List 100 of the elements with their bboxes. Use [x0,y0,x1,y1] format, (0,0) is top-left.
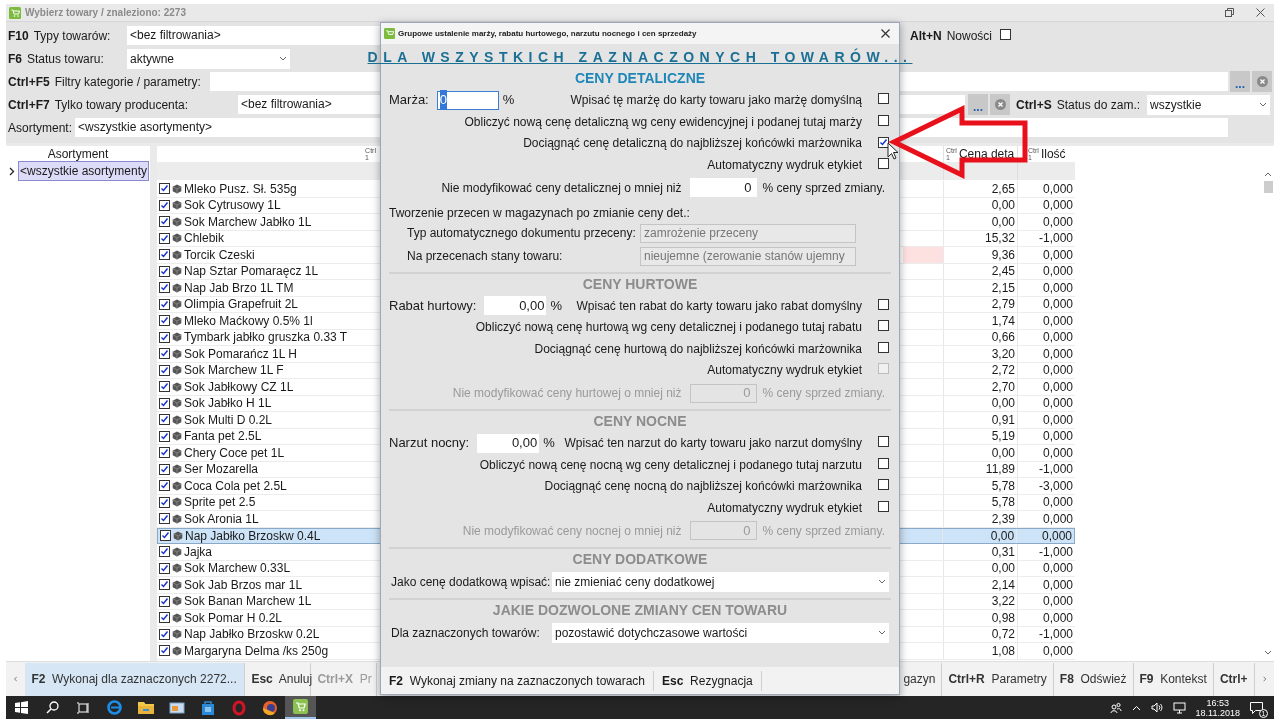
product-name: Coca Cola pet 2.5L [184,477,287,495]
option-label: Obliczyć nową cenę hurtową wg ceny detalicznej i podanego tutaj rabatu [475,319,862,337]
table-cell: 0,000 [1017,362,1075,378]
shortcut-key: F6 [8,49,22,68]
table-cell: 0,000 [1017,296,1075,312]
threshold-suffix: % ceny sprzed zmiany. [762,522,885,540]
table-cell: 2,45 [943,263,1017,279]
table-cell: 0,00 [943,395,1017,411]
section-heading: CENY DODATKOWE [572,549,708,569]
table-cell: -1,000 [1017,230,1075,246]
product-name: Sok Banan Marchew 1L [184,593,312,611]
table-cell: 0,000 [1017,445,1075,461]
option-label: Wpisać ten rabat do karty towaru jako rabat domyślny [576,297,862,315]
filter-label: Status towaru: [27,50,104,68]
filter-label: Nowości [946,27,993,45]
product-name: Fanta pet 2.5L [184,428,262,446]
shortcut-key: Ctrl+F5 [8,72,50,91]
product-name: Sok Marchew Jabłko 1L [184,213,312,231]
table-cell: 0,00 [943,214,1017,230]
product-name: Ser Mozarella [184,461,259,479]
section-heading: CENY DETALICZNE [574,69,706,88]
table-cell: -3,000 [1017,478,1075,494]
table-cell: 0,66 [943,329,1017,345]
filter-label: Status do zam.: [1056,96,1141,114]
threshold-label: Nie modyfikować ceny nocnej o mniej niż [462,522,682,540]
table-cell: -1,000 [1017,461,1075,477]
product-name: Sok Marchew 1L F [184,362,284,380]
banner-title: DLA WSZYSTKICH ZAZNACZONYCH TOWARÓW... [367,47,913,67]
table-cell: 5,78 [943,494,1017,510]
filter-label: Typy towarów: [33,27,111,45]
table-cell: 15,32 [943,230,1017,246]
readonly-field: zamrożenie przeceny [640,223,856,243]
column-header: Asortyment [46,146,110,162]
unit-label: % [543,434,555,453]
section-heading: JAKIE DOZWOLONE ZMIANY CEN TOWARU [492,600,788,620]
table-cell: 5,19 [943,428,1017,444]
product-name: Chlebik [184,230,225,248]
shortcut-key: F10 [8,26,29,45]
product-name: Olimpia Grapefruit 2L [184,296,299,314]
option-label: Obliczyć nową cenę detaliczną wg ceny ewidencyjnej i podanej tutaj marży [464,113,862,131]
field-label: Narzut nocny: [389,434,470,453]
filter-label: Asortyment: [7,119,74,137]
table-cell: 0,000 [1017,511,1075,527]
product-name: Sok Cytrusowy 1L [184,197,281,215]
table-cell: 2,79 [943,296,1017,312]
field-label: Jako cenę dodatkową wpisać: [390,573,552,591]
table-cell: 2,65 [943,181,1017,197]
option-label: Dociągnąć cenę nocną do najbliższej końcówki marżownika [544,478,862,496]
table-cell: 3,22 [943,593,1017,609]
option-label: Automatyczny wydruk etykiet [707,156,862,174]
option-label: Dociągnąć cenę detaliczną do najbliższej końcówki marżownika [523,135,862,153]
option-label: Automatyczny wydruk etykiet [707,362,862,380]
filter-label: Tylko towary producenta: [54,96,189,114]
table-cell: 0,000 [1017,379,1075,395]
table-cell: 0,000 [1017,643,1075,659]
product-name: Nap Jabłko Brzoskw 0.4L [185,527,321,545]
table-cell: 0,91 [943,412,1017,428]
table-cell: 0,00 [943,445,1017,461]
product-name: Nap Jabłko Brzoskw 0.2L [184,626,320,644]
field-label: Typ automatycznego dokumentu przeceny: [407,225,637,242]
group-label: Tworzenie przecen w magazynach po zmianie ceny det.: [389,204,690,222]
unit-label: % [502,91,515,110]
option-label: Obliczyć nową cenę nocną wg ceny detalicznej i podanego tutaj narzutu [479,456,862,474]
product-name: Tymbark jabłko gruszka 0.33 T [184,329,348,347]
product-name: Sprite pet 2.5 [184,494,256,512]
table-cell: 0,000 [1017,593,1075,609]
product-name: Mleko Maćkowy 0.5% 1l [184,312,313,330]
shortcut-key: Ctrl+F7 [8,95,50,114]
product-name: Sok Pomarańcz 1L H [184,345,297,363]
option-label: Wpisać tę marżę do karty towaru jako marżę domyślną [570,92,862,109]
product-name: Sok Marchew 0.33L [184,560,291,578]
table-cell: 2,14 [943,577,1017,593]
option-label: Wpisać ten narzut do karty towaru jako narzut domyślny [564,435,862,452]
dialog-title: Grupowe ustalenie marży, rabatu hurtowego, narzutu nocnego i cen sprzedaży [398,27,697,40]
product-name: Sok Jabłkowy CZ 1L [184,378,294,396]
table-cell: 0,000 [1017,214,1075,230]
threshold-suffix: % ceny sprzed zmiany. [762,179,885,197]
product-name: Sok Jab Brzos mar 1L [184,576,303,594]
table-cell: 0,000 [1017,560,1075,576]
product-name: Sok Multi D 0.2L [184,411,273,429]
table-cell: 0,31 [943,544,1017,560]
table-cell: 2,70 [943,379,1017,395]
table-cell: 3,20 [943,346,1017,362]
product-name: Sok Pomar H 0.2L [184,609,283,627]
table-cell: 0,000 [1017,181,1075,197]
threshold-suffix: % ceny sprzed zmiany. [762,385,885,402]
field-label: Dla zaznaczonych towarów: [390,624,541,642]
table-cell: 1,08 [943,643,1017,659]
product-name: Nap Sztar Pomaraęcz 1L [184,263,319,281]
table-cell: 0,000 [1017,263,1075,279]
table-cell: 0,000 [1017,280,1075,296]
table-cell: 0,000 [1017,412,1075,428]
product-name: Nap Jab Brzo 1L TM [184,279,294,297]
product-name: Jajka [184,543,212,561]
table-cell: 0,98 [943,610,1017,626]
table-cell: 0,000 [1017,313,1075,329]
shortcut-key: Ctrl+S [1016,95,1052,114]
table-cell: 0,00 [943,197,1017,213]
table-cell: 0,72 [943,626,1017,642]
table-cell: 0,00 [942,528,1017,543]
